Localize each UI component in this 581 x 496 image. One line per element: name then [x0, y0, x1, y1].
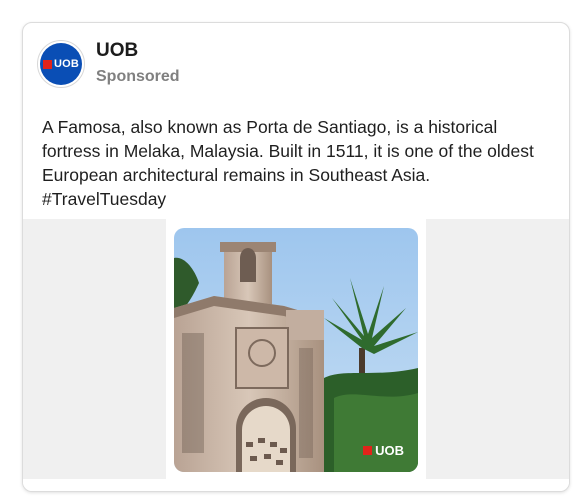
sponsored-label: Sponsored — [96, 68, 180, 85]
post-text: A Famosa, also known as Porta de Santiag… — [42, 117, 534, 209]
image-logo-mark-icon — [363, 446, 373, 455]
a-famosa-photo — [174, 228, 418, 472]
post-media: UOB — [23, 219, 569, 479]
uob-logo-mark-icon — [42, 59, 52, 69]
image-uob-logo: UOB — [363, 443, 404, 458]
post-header: UOB UOB Sponsored — [23, 23, 569, 113]
advertiser-name[interactable]: UOB — [96, 40, 138, 62]
post-image[interactable]: UOB — [174, 228, 418, 472]
sponsored-post-card: UOB UOB Sponsored A Famosa, also known a… — [22, 22, 570, 492]
uob-logo: UOB — [40, 43, 82, 85]
avatar[interactable]: UOB — [37, 40, 85, 88]
card-footer — [23, 479, 569, 491]
avatar-logo-text: UOB — [53, 58, 80, 70]
image-logo-text: UOB — [375, 443, 404, 458]
